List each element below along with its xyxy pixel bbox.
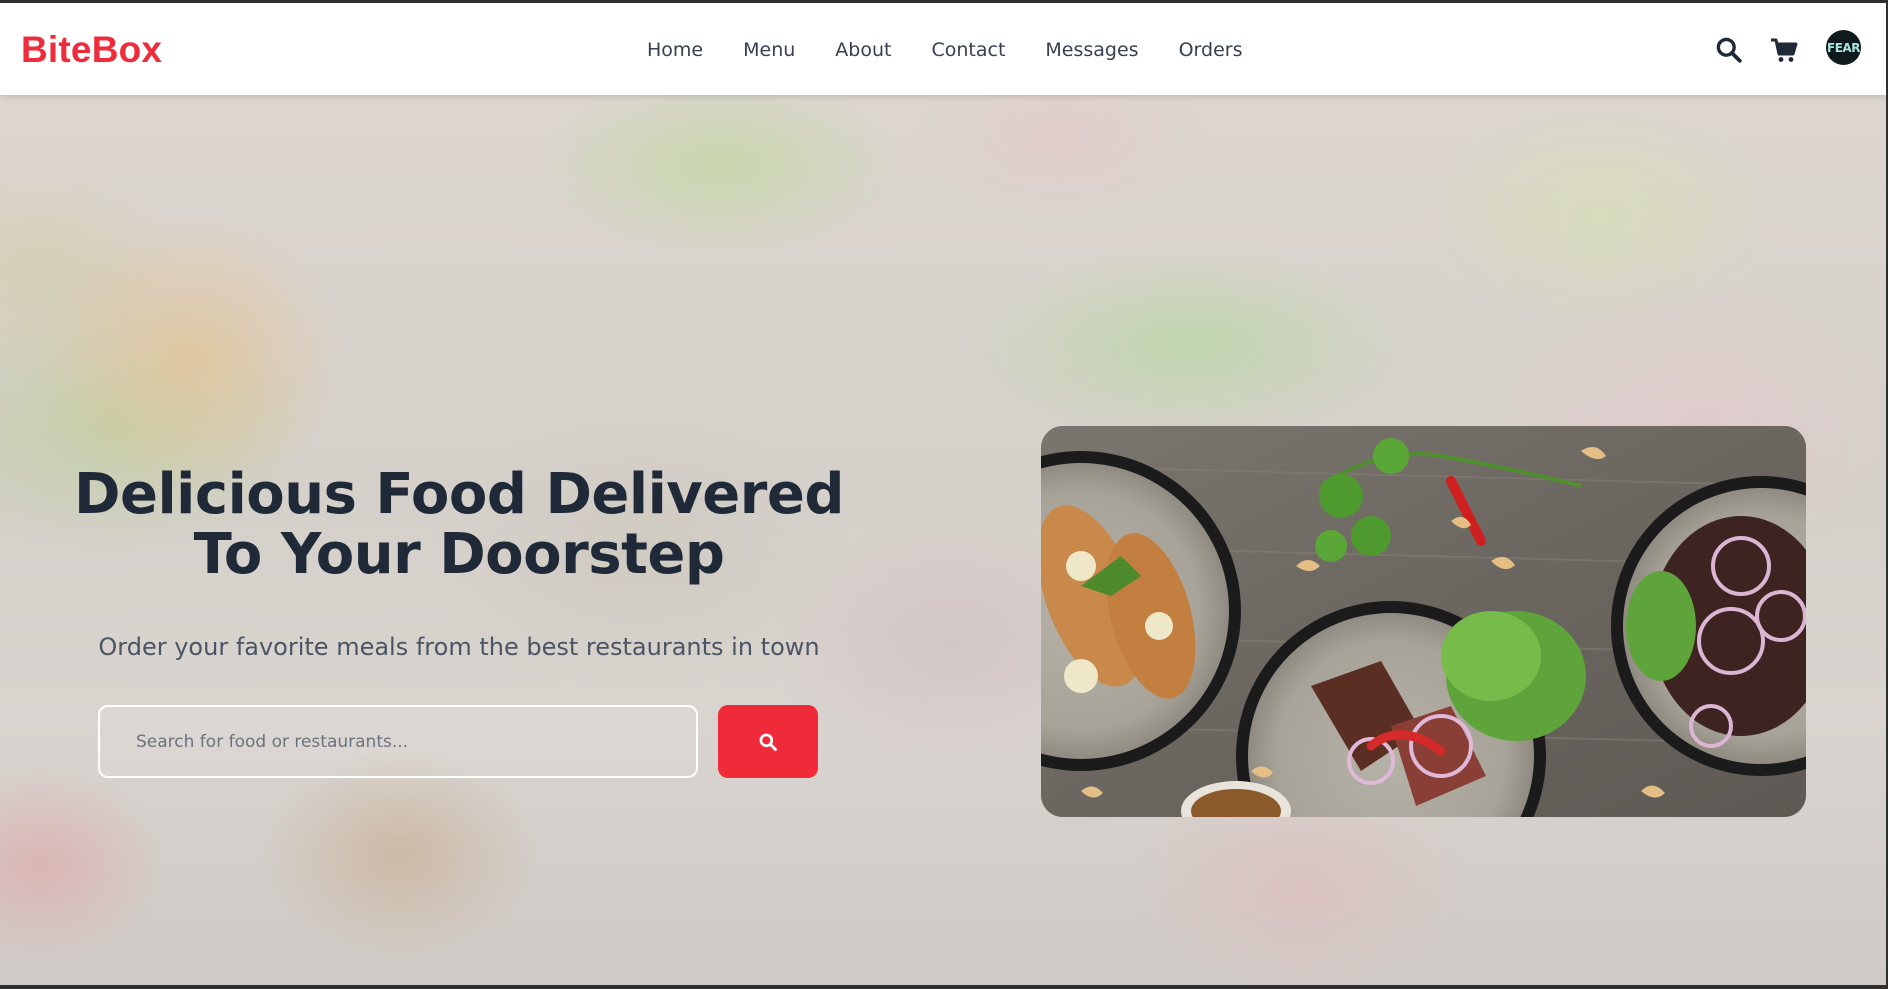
nav-menu[interactable]: Menu	[743, 39, 795, 61]
search-icon[interactable]	[1715, 36, 1742, 67]
hero-subtitle: Order your favorite meals from the best …	[98, 633, 820, 661]
nav-home[interactable]: Home	[647, 39, 703, 61]
nav-contact[interactable]: Contact	[931, 39, 1005, 61]
user-avatar[interactable]: FEAR	[1826, 30, 1861, 65]
avatar-text: FEAR	[1827, 40, 1860, 55]
brand-logo[interactable]: BiteBox	[21, 29, 162, 71]
search-icon	[759, 733, 777, 751]
hero-food-image	[1041, 426, 1806, 817]
nav-about[interactable]: About	[835, 39, 891, 61]
nav-orders[interactable]: Orders	[1179, 39, 1243, 61]
search-button[interactable]	[718, 705, 818, 778]
nav-messages[interactable]: Messages	[1045, 39, 1138, 61]
hero-title: Delicious Food Delivered To Your Doorste…	[74, 462, 844, 587]
site-header: BiteBox Home Menu About Contact Messages…	[0, 3, 1886, 95]
page-viewport: BiteBox Home Menu About Contact Messages…	[0, 3, 1886, 985]
main-nav: Home Menu About Contact Messages Orders	[647, 39, 1242, 61]
cart-icon[interactable]	[1770, 38, 1798, 67]
search-input[interactable]	[98, 705, 698, 778]
